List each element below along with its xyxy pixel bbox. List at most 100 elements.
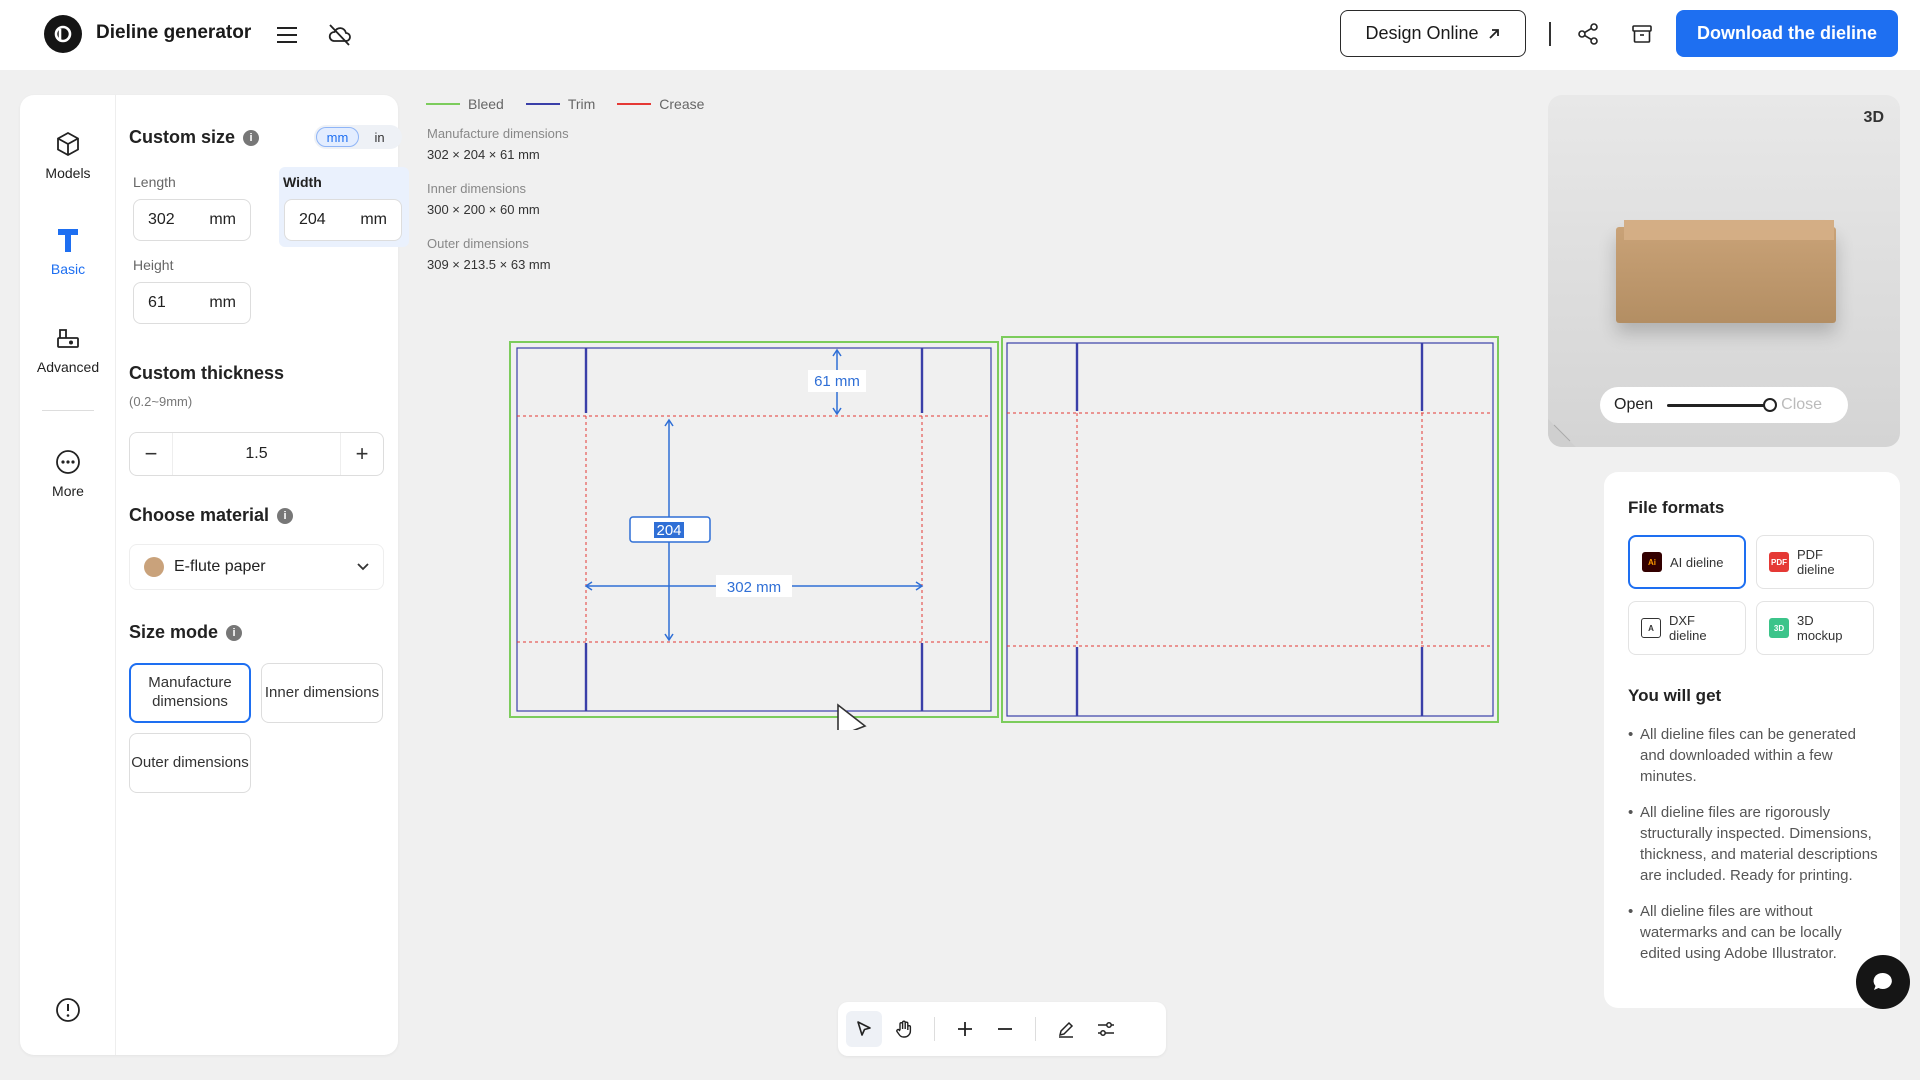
- thickness-hint: (0.2~9mm): [129, 394, 193, 409]
- mockup-icon: 3D: [1769, 618, 1789, 638]
- zoom-out-icon[interactable]: [987, 1011, 1023, 1047]
- rail-item-models[interactable]: Models: [20, 129, 116, 181]
- dxf-file-icon: A: [1641, 618, 1661, 638]
- format-pdf-label: PDF dieline: [1797, 547, 1835, 577]
- open-close-control: Open Close: [1600, 387, 1848, 423]
- box-3d-model: [1616, 227, 1836, 323]
- height-value: 61: [148, 294, 166, 311]
- dimension-summary: Manufacture dimensions 302 × 204 × 61 mm…: [427, 126, 569, 291]
- rail-divider: [42, 410, 94, 411]
- format-3d-mockup[interactable]: 3D 3D mockup: [1756, 601, 1874, 655]
- cloud-off-icon[interactable]: [324, 19, 356, 51]
- app-title: Dieline generator: [96, 22, 252, 43]
- design-online-button[interactable]: Design Online: [1340, 10, 1526, 57]
- material-title-label: Choose material: [129, 505, 270, 525]
- 3d-badge[interactable]: 3D: [1864, 109, 1884, 127]
- height-label: Height: [133, 257, 174, 273]
- crease-lines-left: [517, 415, 991, 643]
- legend-bleed: Bleed: [426, 96, 504, 112]
- trim-outline-left: [516, 347, 992, 712]
- fold-slider-knob[interactable]: [1763, 397, 1778, 412]
- rail-item-advanced[interactable]: Advanced: [20, 323, 116, 375]
- info-icon[interactable]: [53, 995, 83, 1025]
- logo-mark: [54, 25, 72, 43]
- share-icon[interactable]: [1573, 19, 1603, 49]
- fold-slider[interactable]: [1667, 397, 1778, 412]
- material-swatch: [144, 557, 164, 577]
- format-ai-dieline[interactable]: Ai AI dieline: [1628, 535, 1746, 589]
- height-input[interactable]: 61 mm: [133, 282, 251, 324]
- benefit-item: All dieline files are without watermarks…: [1628, 901, 1880, 964]
- logo-icon[interactable]: [44, 15, 82, 53]
- 3d-preview[interactable]: 3D Open Close: [1548, 95, 1900, 447]
- length-input[interactable]: 302 mm: [133, 199, 251, 241]
- left-panel: Models Basic Advanced More Custom size i…: [20, 95, 409, 1055]
- sliders-icon[interactable]: [1088, 1011, 1124, 1047]
- height-unit: mm: [209, 294, 236, 311]
- pen-icon[interactable]: [1048, 1011, 1084, 1047]
- box-3d-top-face: [1624, 220, 1834, 240]
- benefits-list: All dieline files can be generated and d…: [1628, 724, 1880, 979]
- format-dxf-dieline[interactable]: A DXF dieline: [1628, 601, 1746, 655]
- trim-cuts-right: [1075, 343, 1424, 716]
- format-dxf-label: DXF dieline: [1669, 613, 1707, 643]
- help-icon[interactable]: i: [226, 624, 243, 641]
- chevron-down-icon: [357, 558, 369, 576]
- rail-label-advanced: Advanced: [36, 359, 100, 375]
- help-icon[interactable]: i: [243, 129, 260, 146]
- nav-rail: Models Basic Advanced More: [20, 95, 116, 1055]
- dieline-canvas[interactable]: 61 mm 204 302 mm: [508, 330, 1508, 730]
- size-mode-inner[interactable]: Inner dimensions: [261, 663, 383, 723]
- length-value: 302: [148, 211, 175, 228]
- advanced-icon: [53, 323, 83, 353]
- select-pointer-icon[interactable]: [846, 1011, 882, 1047]
- legend-bleed-label: Bleed: [468, 96, 504, 112]
- thickness-value[interactable]: 1.5: [172, 433, 341, 475]
- corner-fold-icon: [1548, 419, 1576, 447]
- unit-mm[interactable]: mm: [316, 127, 359, 147]
- rail-item-basic[interactable]: Basic: [20, 225, 116, 277]
- external-arrow-icon: [1488, 28, 1499, 39]
- rail-item-more[interactable]: More: [20, 447, 116, 499]
- bleed-outline-left: [509, 341, 999, 718]
- width-label: Width: [283, 174, 322, 190]
- legend-trim-label: Trim: [567, 96, 596, 112]
- increment-button[interactable]: +: [341, 433, 383, 475]
- material-value: E-flute paper: [174, 558, 266, 575]
- thickness-title: Custom thickness: [129, 363, 285, 383]
- ai-file-icon: Ai: [1642, 552, 1662, 572]
- legend-trim: Trim: [525, 96, 596, 112]
- format-ai-label: AI dieline: [1670, 554, 1724, 570]
- width-edit-value[interactable]: 204: [656, 522, 681, 539]
- help-icon[interactable]: i: [277, 507, 294, 524]
- format-pdf-dieline[interactable]: PDF PDF dieline: [1756, 535, 1874, 589]
- legend-crease-label: Crease: [659, 96, 705, 112]
- size-mode-outer[interactable]: Outer dimensions: [129, 733, 251, 793]
- inner-dims-value: 300 × 200 × 60 mm: [427, 202, 540, 217]
- text-tool-icon: [53, 225, 83, 255]
- manufacture-dims-label: Manufacture dimensions: [427, 126, 569, 141]
- rail-label-more: More: [52, 483, 84, 499]
- legend-crease-line: [617, 103, 652, 105]
- box-icon[interactable]: [1627, 19, 1657, 49]
- width-input[interactable]: 204 mm: [284, 199, 402, 241]
- file-formats-panel: File formats Ai AI dieline PDF PDF dieli…: [1604, 472, 1900, 1008]
- chat-icon[interactable]: [1856, 955, 1910, 1009]
- unit-in[interactable]: in: [359, 127, 400, 147]
- zoom-in-icon[interactable]: [947, 1011, 983, 1047]
- decrement-button[interactable]: −: [130, 433, 172, 475]
- outer-dims-label: Outer dimensions: [427, 236, 529, 251]
- legend-trim-line: [525, 103, 560, 105]
- download-dieline-button[interactable]: Download the dieline: [1676, 10, 1898, 57]
- you-will-get-title: You will get: [1628, 686, 1722, 705]
- hand-pan-icon[interactable]: [886, 1011, 922, 1047]
- toolbar-divider: [934, 1017, 935, 1041]
- legend-crease: Crease: [617, 96, 704, 112]
- thickness-stepper: − 1.5 +: [129, 432, 384, 476]
- material-select[interactable]: E-flute paper: [129, 544, 384, 590]
- legend-bleed-line: [426, 103, 460, 105]
- format-3d-label: 3D mockup: [1797, 613, 1843, 643]
- size-mode-label: Size mode: [129, 622, 219, 642]
- menu-icon[interactable]: [272, 20, 302, 50]
- size-mode-manufacture[interactable]: Manufacture dimensions: [129, 663, 251, 723]
